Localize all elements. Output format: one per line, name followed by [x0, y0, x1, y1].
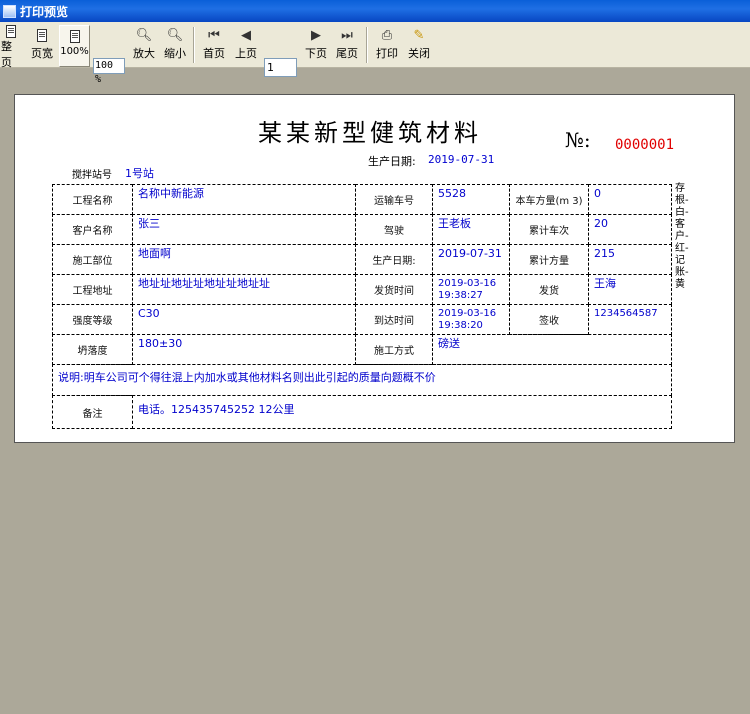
project-name-value: 名称中新能源	[132, 184, 356, 215]
address-label: 工程地址	[52, 274, 133, 305]
method-label: 施工方式	[355, 334, 433, 365]
close-button[interactable]: ✎ 关闭	[407, 25, 431, 65]
first-page-button[interactable]: ⏮︎ 首页	[202, 25, 226, 65]
first-page-icon: ⏮︎	[208, 27, 220, 43]
next-page-icon: ▶︎	[311, 27, 321, 43]
depart-time-value: 2019-03-16 19:38:27	[432, 274, 510, 305]
prev-page-button[interactable]: ◀︎ 上页	[234, 25, 258, 65]
zoom-in-button[interactable]: 🔍︎ 放大	[132, 25, 156, 65]
page-width-button[interactable]: 页宽	[30, 25, 54, 65]
whole-page-icon	[6, 25, 16, 38]
load-volume-value: 0	[588, 184, 672, 215]
zoom-input[interactable]: 100 %	[93, 58, 125, 85]
note-text: 说明:明车公司可个得往混上内加水或其他材料名则出此引起的质量向题概不价	[52, 364, 672, 396]
strength-label: 强度等级	[52, 304, 133, 335]
number-value: 0000001	[615, 137, 675, 153]
arrive-time-value: 2019-03-16 19:38:20	[432, 304, 510, 335]
toolbar-separator	[366, 27, 368, 63]
shipper-value: 王海	[588, 274, 672, 305]
print-button[interactable]: ⎙ 打印	[375, 25, 399, 65]
station-label: 搅拌站号	[72, 170, 112, 181]
remark-value: 电话。125435745252 12公里	[132, 395, 672, 429]
production-date-value: 2019-07-31	[428, 153, 495, 166]
project-name-label: 工程名称	[52, 184, 133, 215]
customer-value: 张三	[132, 214, 356, 245]
driver-label: 驾驶	[355, 214, 433, 245]
signer-value: 1234564587	[588, 304, 672, 335]
trips-value: 20	[588, 214, 672, 245]
zoom-out-button[interactable]: 🔍︎ 缩小	[163, 25, 187, 65]
prod-date-label: 生产日期:	[355, 244, 433, 275]
customer-label: 客户名称	[52, 214, 133, 245]
slump-label: 坍落度	[52, 334, 133, 365]
signer-label: 签收	[509, 304, 589, 335]
total-volume-label: 累计方量	[509, 244, 589, 275]
slump-value: 180±30	[132, 334, 356, 365]
zoom-out-icon: 🔍︎	[166, 27, 184, 43]
page-width-icon	[37, 28, 47, 42]
remark-label: 备注	[52, 395, 133, 429]
station-value: 1号站	[125, 167, 154, 180]
app-icon	[3, 4, 16, 18]
document-title: 某某新型健筑材料	[258, 119, 482, 147]
total-volume-value: 215	[588, 244, 672, 275]
arrive-time-label: 到达时间	[355, 304, 433, 335]
page-number-input[interactable]: 1	[264, 58, 297, 77]
window-title: 打印预览	[20, 4, 69, 19]
actual-size-icon	[69, 29, 80, 43]
printer-icon: ⎙	[381, 27, 393, 43]
window-titlebar: 打印预览	[0, 0, 750, 22]
next-page-button[interactable]: ▶︎ 下页	[304, 25, 328, 65]
last-page-button[interactable]: ⏭︎ 尾页	[335, 25, 359, 65]
driver-value: 王老板	[432, 214, 510, 245]
close-icon: ✎	[413, 27, 425, 43]
toolbar: 整页 页宽 100% 100 % 🔍︎ 放大 🔍︎ 缩小 ⏮︎ 首页 ◀︎ 上页…	[0, 22, 750, 85]
load-volume-label: 本车方量(m 3)	[509, 184, 589, 215]
copy-distribution-note: 存根-白-客户-红-记账-黄	[675, 183, 689, 290]
site-label: 施工部位	[52, 244, 133, 275]
prev-page-icon: ◀︎	[241, 27, 251, 43]
last-page-icon: ⏭︎	[341, 27, 353, 43]
address-value: 地址址地址址地址址地址址	[132, 274, 356, 305]
depart-time-label: 发货时间	[355, 274, 433, 305]
whole-page-button[interactable]: 整页	[1, 25, 21, 69]
trips-label: 累计车次	[509, 214, 589, 245]
prod-date-value: 2019-07-31	[432, 244, 510, 275]
method-value: 磅送	[432, 334, 672, 365]
toolbar-separator	[193, 27, 195, 63]
zoom-in-icon: 🔍︎	[135, 27, 153, 43]
site-value: 地面啊	[132, 244, 356, 275]
shipper-label: 发货	[509, 274, 589, 305]
truck-no-label: 运输车号	[355, 184, 433, 215]
production-date-label: 生产日期:	[368, 155, 416, 168]
truck-no-value: 5528	[432, 184, 510, 215]
hundred-percent-button[interactable]: 100%	[59, 25, 90, 67]
strength-value: C30	[132, 304, 356, 335]
number-label: №:	[565, 128, 591, 152]
